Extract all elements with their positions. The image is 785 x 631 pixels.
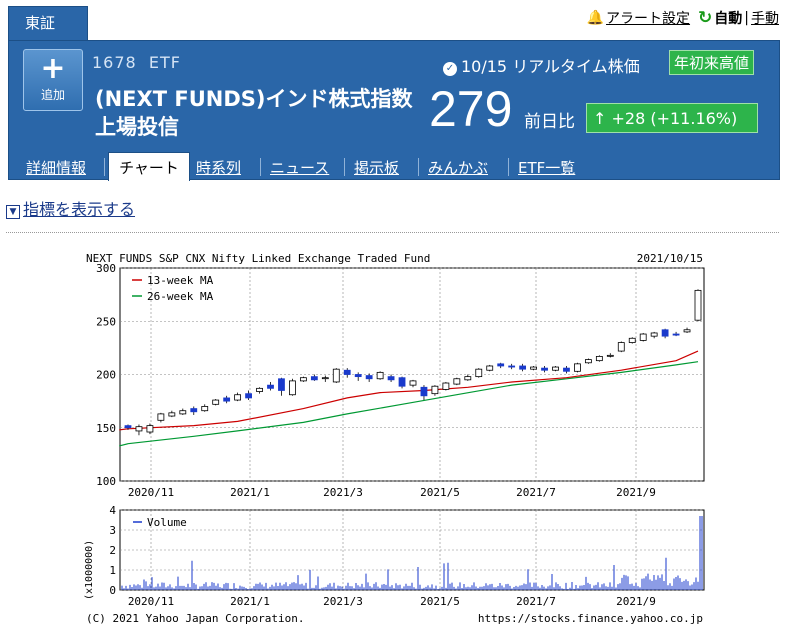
candle-body	[584, 359, 592, 364]
chart-title: NEXT FUNDS S&P CNX Nifty Linked Exchange…	[86, 252, 430, 265]
volume-x-tick-label: 2021/7	[516, 595, 556, 608]
candle-body	[387, 376, 395, 381]
volume-tick-label: 4	[109, 504, 116, 517]
candle-body	[595, 355, 603, 362]
candle-body	[563, 367, 570, 372]
candle-body	[694, 289, 702, 321]
candle-body	[212, 399, 220, 405]
volume-x-tick-label: 2020/11	[128, 595, 174, 608]
legend-volume-label: Volume	[147, 516, 187, 529]
candle-body	[530, 366, 537, 370]
price-tick-label: 100	[96, 475, 116, 488]
price-tick-label: 150	[96, 422, 116, 435]
candle-body	[299, 377, 307, 382]
candle-body	[420, 386, 428, 397]
candle-body	[409, 380, 417, 386]
candle-body	[321, 377, 329, 380]
candle-body	[617, 342, 625, 352]
candle-body	[606, 354, 614, 357]
candle-body	[124, 425, 132, 429]
stock-chart: NEXT FUNDS S&P CNX Nifty Linked Exchange…	[84, 252, 705, 625]
candle-body	[376, 371, 384, 380]
price-tick-label: 200	[96, 369, 116, 382]
source-url: https://stocks.finance.yahoo.co.jp	[478, 612, 703, 625]
candle-body	[453, 378, 461, 385]
candle-body	[464, 376, 472, 381]
candle-body	[442, 382, 450, 390]
candle-body	[289, 380, 296, 396]
candle-body	[267, 384, 274, 389]
candle-body	[223, 397, 231, 402]
candle-body	[179, 410, 187, 415]
candle-body	[168, 412, 176, 417]
volume-axis-label: (x1000000)	[84, 540, 95, 600]
volume-tick-label: 0	[109, 584, 116, 597]
price-tick-label: 250	[96, 315, 116, 328]
candle-body	[398, 377, 406, 387]
copyright: (C) 2021 Yahoo Japan Corporation.	[86, 612, 305, 625]
candle-body	[310, 376, 318, 381]
price-tick-label: 300	[96, 262, 116, 275]
legend-ma26-label: 26-week MA	[147, 290, 214, 303]
price-x-tick-label: 2021/3	[323, 486, 363, 499]
candle-body	[497, 363, 505, 367]
volume-x-tick-label: 2021/5	[420, 595, 460, 608]
price-x-tick-label: 2021/1	[230, 486, 270, 499]
chart-date: 2021/10/15	[637, 252, 703, 265]
candle-body	[256, 387, 263, 392]
price-x-tick-label: 2020/11	[128, 486, 174, 499]
candle-body	[552, 366, 559, 371]
volume-x-tick-label: 2021/1	[230, 595, 270, 608]
candle-body	[135, 426, 143, 432]
candle-body	[541, 367, 548, 371]
candle-body	[475, 368, 483, 378]
candle-body	[628, 337, 636, 343]
volume-tick-label: 1	[109, 564, 116, 577]
candle-body	[672, 333, 680, 336]
price-x-tick-label: 2021/7	[516, 486, 556, 499]
volume-x-tick-label: 2021/9	[616, 595, 656, 608]
candle-body	[683, 329, 691, 333]
price-x-tick-label: 2021/9	[616, 486, 656, 499]
candle-body	[278, 378, 285, 391]
candle-body	[201, 406, 209, 412]
candle-body	[519, 365, 527, 370]
candle-body	[486, 365, 494, 371]
candle-body	[508, 365, 516, 368]
legend-ma13-label: 13-week MA	[147, 274, 214, 287]
candle-body	[343, 369, 351, 375]
candle-body	[354, 374, 362, 378]
candle-body	[431, 385, 439, 395]
candle-body	[661, 329, 669, 337]
volume-x-tick-label: 2021/3	[323, 595, 363, 608]
volume-tick-label: 3	[109, 524, 116, 537]
volume-tick-label: 2	[109, 544, 116, 557]
candle-body	[365, 375, 373, 380]
candle-body	[574, 363, 581, 372]
price-x-tick-label: 2021/5	[420, 486, 460, 499]
candle-body	[234, 394, 242, 401]
candle-body	[332, 368, 340, 383]
candle-body	[650, 332, 658, 337]
candle-body	[146, 425, 154, 433]
candle-body	[157, 413, 165, 421]
candle-body	[190, 408, 198, 413]
candle-body	[639, 333, 647, 341]
candle-body	[245, 393, 252, 399]
